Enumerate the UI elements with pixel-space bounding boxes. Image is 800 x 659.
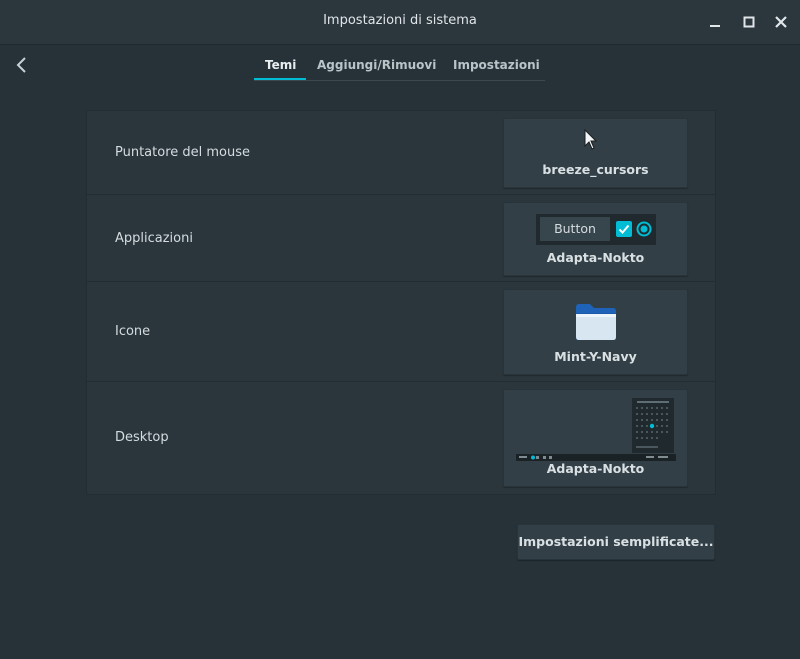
- mouse-pointer-chooser-button[interactable]: breeze_cursors: [503, 118, 688, 188]
- radio-selected-icon: [636, 221, 652, 237]
- desktop-chooser-button[interactable]: Adapta-Nokto: [503, 389, 688, 487]
- row-icons: Icone Mint-Y-Navy: [87, 282, 715, 382]
- icons-label: Icone: [115, 324, 151, 339]
- desktop-label: Desktop: [115, 430, 169, 445]
- desktop-value: Adapta-Nokto: [546, 461, 645, 476]
- applications-label: Applicazioni: [115, 231, 193, 246]
- title-bar: Impostazioni di sistema: [0, 0, 800, 45]
- folder-icon: [576, 304, 616, 340]
- maximize-icon[interactable]: [739, 12, 759, 32]
- row-applications: Applicazioni Button Adapta-Nokto: [87, 195, 715, 282]
- cursor-arrow-icon: [584, 129, 598, 150]
- icons-value: Mint-Y-Navy: [554, 349, 637, 364]
- icons-chooser-button[interactable]: Mint-Y-Navy: [503, 289, 688, 375]
- mouse-pointer-label: Puntatore del mouse: [115, 145, 251, 160]
- applications-value: Adapta-Nokto: [546, 250, 645, 265]
- active-tab-indicator: [254, 78, 306, 80]
- window-title: Impostazioni di sistema: [323, 13, 477, 28]
- checkbox-checked-icon: [616, 221, 632, 237]
- row-desktop: Desktop Adapta-Nokto: [87, 382, 715, 493]
- minimize-icon[interactable]: [705, 12, 725, 32]
- close-icon[interactable]: [771, 12, 791, 32]
- tab-bar: Temi Aggiungi/Rimuovi Impostazioni: [254, 52, 545, 81]
- preview-button: Button: [540, 217, 610, 241]
- simple-settings-button[interactable]: Impostazioni semplificate...: [517, 524, 715, 560]
- mouse-pointer-value: breeze_cursors: [542, 162, 649, 177]
- tab-impostazioni[interactable]: Impostazioni: [453, 58, 540, 72]
- chevron-left-icon[interactable]: [12, 55, 32, 75]
- applications-theme-preview: Button: [536, 214, 656, 245]
- tab-aggiungi-rimuovi[interactable]: Aggiungi/Rimuovi: [317, 58, 436, 72]
- row-mouse-pointer: Puntatore del mouse breeze_cursors: [87, 111, 715, 195]
- desktop-theme-preview: [516, 398, 676, 461]
- themes-panel: Puntatore del mouse breeze_cursors Appli…: [86, 110, 716, 495]
- tab-temi[interactable]: Temi: [265, 58, 296, 72]
- applications-chooser-button[interactable]: Button Adapta-Nokto: [503, 202, 688, 276]
